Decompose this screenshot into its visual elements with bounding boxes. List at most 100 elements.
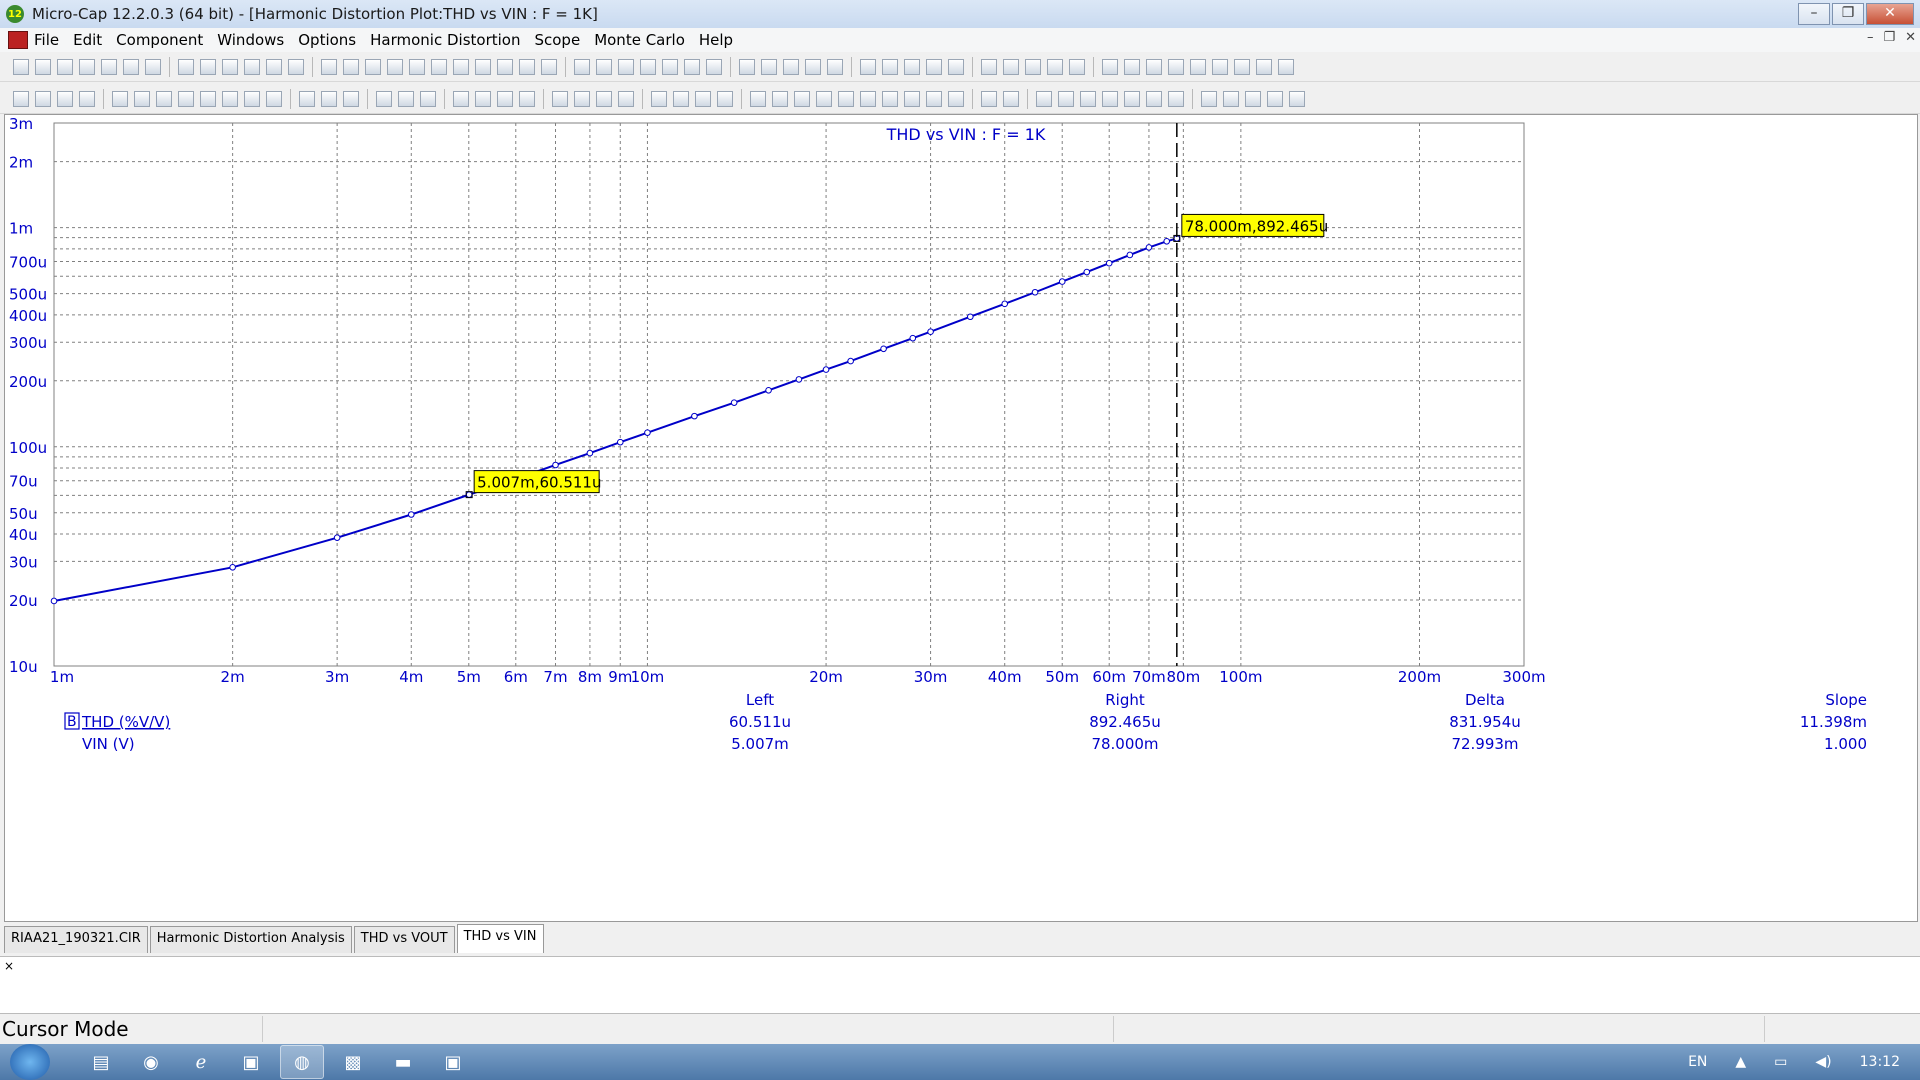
menu-edit[interactable]: Edit bbox=[73, 31, 102, 49]
toolbar-button-icon[interactable] bbox=[904, 58, 920, 75]
toolbar-button-icon[interactable] bbox=[1003, 90, 1019, 107]
toolbar-button-icon[interactable] bbox=[200, 58, 216, 75]
toolbar-button-icon[interactable] bbox=[860, 58, 876, 75]
toolbar-button-icon[interactable] bbox=[288, 58, 304, 75]
toolbar-button-icon[interactable] bbox=[321, 58, 337, 75]
toolbar-button-icon[interactable] bbox=[266, 58, 282, 75]
cursors[interactable]: 5.007m,60.511u 78.000m,892.465u bbox=[465, 123, 1328, 666]
toolbar-button-icon[interactable] bbox=[1058, 90, 1074, 107]
toolbar-button-icon[interactable] bbox=[552, 90, 568, 107]
toolbar-button-icon[interactable] bbox=[640, 58, 656, 75]
toolbar-button-icon[interactable] bbox=[13, 58, 29, 75]
toolbar-button-icon[interactable] bbox=[882, 58, 898, 75]
tab-circuit[interactable]: RIAA21_190321.CIR bbox=[4, 926, 148, 953]
toolbar-button-icon[interactable] bbox=[1102, 90, 1118, 107]
toolbar-button-icon[interactable] bbox=[827, 58, 843, 75]
toolbar-button-icon[interactable] bbox=[376, 90, 392, 107]
volume-icon[interactable]: ◀) bbox=[1815, 1054, 1831, 1070]
minimize-icon[interactable]: – bbox=[1798, 3, 1830, 25]
toolbar-button-icon[interactable] bbox=[1245, 90, 1261, 107]
toolbar-button-icon[interactable] bbox=[244, 58, 260, 75]
toolbar-button-icon[interactable] bbox=[1025, 58, 1041, 75]
menu-harmonic-distortion[interactable]: Harmonic Distortion bbox=[370, 31, 520, 49]
toolbar-button-icon[interactable] bbox=[79, 90, 95, 107]
toolbar-button-icon[interactable] bbox=[35, 90, 51, 107]
toolbar-button-icon[interactable] bbox=[156, 90, 172, 107]
toolbar-button-icon[interactable] bbox=[123, 58, 139, 75]
toolbar-button-icon[interactable] bbox=[475, 58, 491, 75]
toolbar-button-icon[interactable] bbox=[596, 90, 612, 107]
menu-scope[interactable]: Scope bbox=[534, 31, 580, 49]
toolbar-button-icon[interactable] bbox=[684, 58, 700, 75]
toolbar-button-icon[interactable] bbox=[134, 90, 150, 107]
toolbar-button-icon[interactable] bbox=[805, 58, 821, 75]
toolbar-button-icon[interactable] bbox=[1212, 58, 1228, 75]
app-icon[interactable]: ▩ bbox=[332, 1046, 374, 1078]
toolbar-button-icon[interactable] bbox=[1190, 58, 1206, 75]
close-icon[interactable]: ✕ bbox=[1866, 3, 1914, 25]
toolbar-button-icon[interactable] bbox=[409, 58, 425, 75]
toolbar-button-icon[interactable] bbox=[1146, 58, 1162, 75]
toolbar-button-icon[interactable] bbox=[79, 58, 95, 75]
toolbar-button-icon[interactable] bbox=[1003, 58, 1019, 75]
toolbar-button-icon[interactable] bbox=[618, 58, 634, 75]
toolbar-button-icon[interactable] bbox=[717, 90, 733, 107]
toolbar-button-icon[interactable] bbox=[739, 58, 755, 75]
app-window-icon[interactable]: ▣ bbox=[230, 1046, 272, 1078]
toolbar-button-icon[interactable] bbox=[948, 90, 964, 107]
mdi-restore-icon[interactable]: ❐ bbox=[1883, 30, 1895, 45]
save-icon[interactable]: ▬ bbox=[382, 1046, 424, 1078]
toolbar-button-icon[interactable] bbox=[178, 90, 194, 107]
menu-file[interactable]: File bbox=[34, 31, 59, 49]
toolbar-button-icon[interactable] bbox=[497, 58, 513, 75]
toolbar-button-icon[interactable] bbox=[904, 90, 920, 107]
toolbar-button-icon[interactable] bbox=[101, 58, 117, 75]
toolbar-button-icon[interactable] bbox=[981, 90, 997, 107]
toolbar-button-icon[interactable] bbox=[926, 58, 942, 75]
toolbar-button-icon[interactable] bbox=[882, 90, 898, 107]
toolbar-button-icon[interactable] bbox=[13, 90, 29, 107]
toolbar-button-icon[interactable] bbox=[519, 90, 535, 107]
toolbar-button-icon[interactable] bbox=[1223, 90, 1239, 107]
microcap-icon[interactable]: ◍ bbox=[280, 1045, 324, 1079]
toolbar-button-icon[interactable] bbox=[398, 90, 414, 107]
toolbar-button-icon[interactable] bbox=[1201, 90, 1217, 107]
toolbar-button-icon[interactable] bbox=[420, 90, 436, 107]
toolbar-button-icon[interactable] bbox=[1102, 58, 1118, 75]
toolbar-button-icon[interactable] bbox=[299, 90, 315, 107]
tab-thd-vs-vin[interactable]: THD vs VIN bbox=[456, 924, 544, 953]
tray-arrow-icon[interactable]: ▲ bbox=[1735, 1054, 1746, 1070]
toolbar-button-icon[interactable] bbox=[1256, 58, 1272, 75]
toolbar-button-icon[interactable] bbox=[695, 90, 711, 107]
toolbar-button-icon[interactable] bbox=[1168, 90, 1184, 107]
toolbar-button-icon[interactable] bbox=[1168, 58, 1184, 75]
toolbar-button-icon[interactable] bbox=[651, 90, 667, 107]
start-button[interactable] bbox=[10, 1044, 50, 1080]
toolbar-button-icon[interactable] bbox=[1267, 90, 1283, 107]
close-pane-icon[interactable]: × bbox=[4, 959, 14, 973]
toolbar-button-icon[interactable] bbox=[574, 90, 590, 107]
toolbar-button-icon[interactable] bbox=[794, 90, 810, 107]
toolbar-button-icon[interactable] bbox=[783, 58, 799, 75]
toolbar-button-icon[interactable] bbox=[343, 58, 359, 75]
toolbar-button-icon[interactable] bbox=[57, 58, 73, 75]
toolbar-button-icon[interactable] bbox=[321, 90, 337, 107]
menu-options[interactable]: Options bbox=[298, 31, 356, 49]
menu-help[interactable]: Help bbox=[699, 31, 733, 49]
toolbar-button-icon[interactable] bbox=[1124, 58, 1140, 75]
clock[interactable]: 13:12 bbox=[1860, 1054, 1900, 1070]
toolbar-button-icon[interactable] bbox=[1289, 90, 1305, 107]
toolbar-button-icon[interactable] bbox=[35, 58, 51, 75]
toolbar-button-icon[interactable] bbox=[860, 90, 876, 107]
toolbar-button-icon[interactable] bbox=[750, 90, 766, 107]
plot-window[interactable]: THD vs VIN : F = 1K 3m 2m 1m 700u 500u 400u 30… bbox=[4, 114, 1918, 922]
ie-icon[interactable]: ℯ bbox=[180, 1046, 222, 1078]
toolbar-button-icon[interactable] bbox=[618, 90, 634, 107]
toolbar-button-icon[interactable] bbox=[112, 90, 128, 107]
toolbar-button-icon[interactable] bbox=[673, 90, 689, 107]
toolbar-button-icon[interactable] bbox=[200, 90, 216, 107]
window-icon[interactable]: ▣ bbox=[432, 1046, 474, 1078]
chrome-icon[interactable]: ◉ bbox=[130, 1046, 172, 1078]
toolbar-button-icon[interactable] bbox=[772, 90, 788, 107]
toolbar-button-icon[interactable] bbox=[1278, 58, 1294, 75]
